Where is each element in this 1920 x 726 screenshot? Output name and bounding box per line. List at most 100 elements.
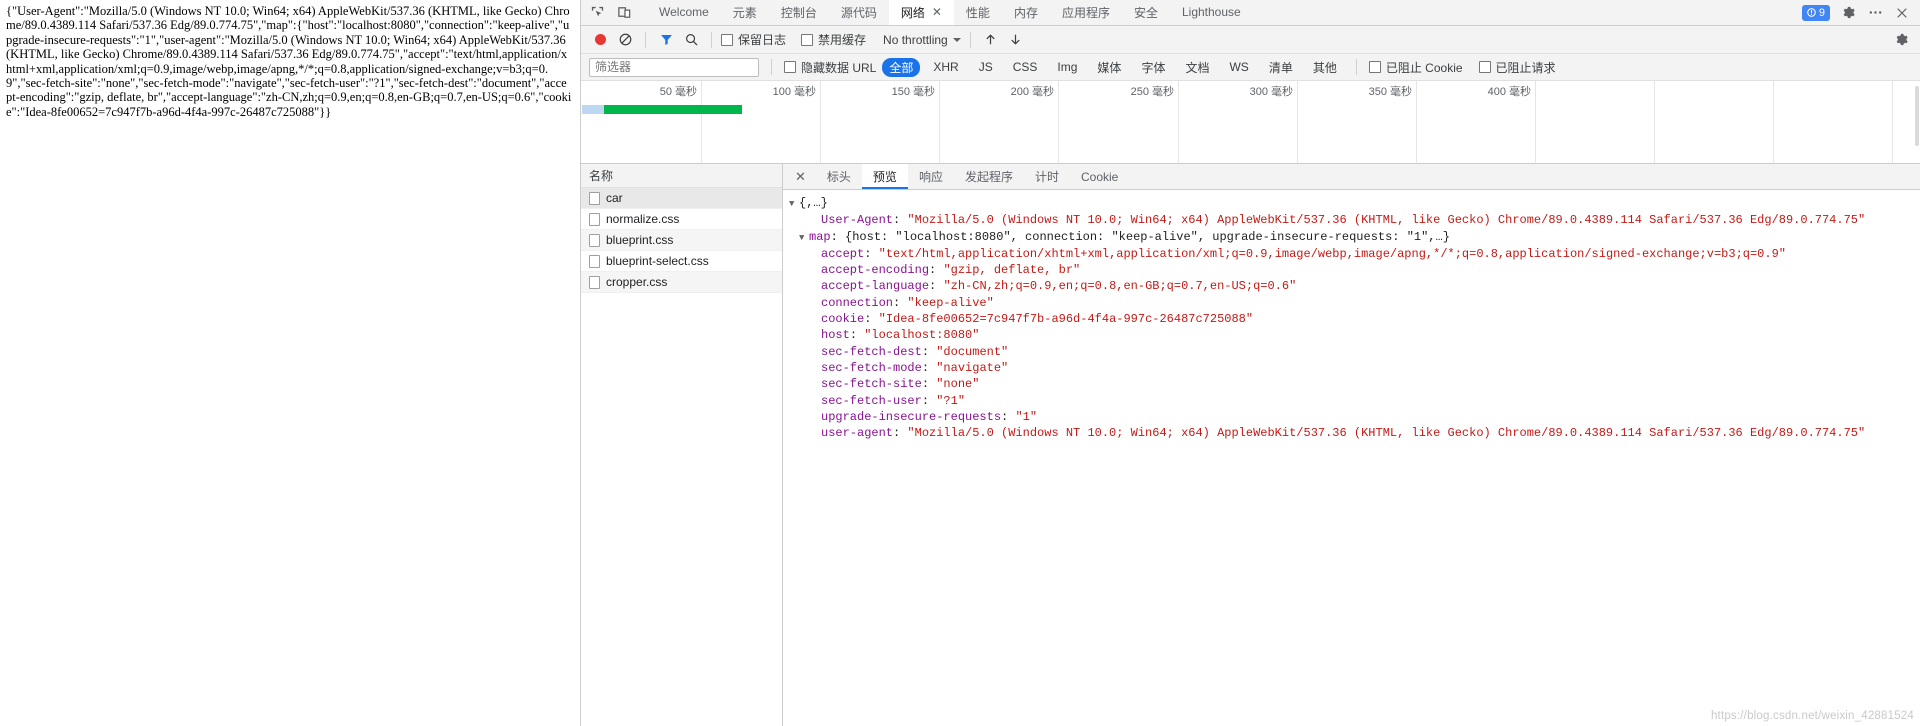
filter-type-ws[interactable]: WS [1222, 59, 1255, 75]
hide-data-urls-label: 隐藏数据 URL [801, 60, 877, 75]
tree-value: {host: "localhost:8080", connection: "ke… [845, 229, 1450, 244]
request-name: blueprint.css [606, 233, 674, 247]
close-icon[interactable] [1893, 4, 1911, 22]
close-icon[interactable]: ✕ [932, 6, 942, 18]
preserve-log-label: 保留日志 [738, 33, 787, 47]
tab-performance[interactable]: 性能 [954, 0, 1002, 25]
chevron-down-icon[interactable]: ▼ [789, 196, 799, 212]
tree-line: user-agent: "Mozilla/5.0 (Windows NT 10.… [821, 426, 1866, 441]
vertical-scrollbar[interactable] [1914, 86, 1920, 726]
document-icon [589, 212, 600, 226]
tree-value: "Mozilla/5.0 (Windows NT 10.0; Win64; x6… [907, 213, 1866, 228]
tab-headers[interactable]: 标头 [816, 164, 862, 189]
tree-value: "keep-alive" [907, 295, 994, 310]
preserve-log-checkbox[interactable]: 保留日志 [721, 31, 786, 48]
filter-type-other[interactable]: 其他 [1306, 58, 1344, 77]
request-list-header[interactable]: 名称 [581, 164, 782, 188]
filter-type-doc[interactable]: 文档 [1178, 58, 1216, 77]
search-icon[interactable] [680, 29, 702, 51]
inspect-element-icon[interactable] [589, 4, 606, 21]
network-filter-bar: 隐藏数据 URL 全部 XHR JS CSS Img 媒体 字体 文档 WS 清… [581, 54, 1920, 81]
tree-key: accept-encoding [821, 263, 930, 278]
disable-cache-checkbox[interactable]: 禁用缓存 [801, 31, 866, 48]
more-options-icon[interactable] [1866, 4, 1884, 22]
chevron-down-icon[interactable]: ▼ [799, 230, 809, 246]
table-row[interactable]: normalize.css [581, 209, 782, 230]
close-detail-icon[interactable]: ✕ [783, 164, 816, 189]
tab-initiator[interactable]: 发起程序 [954, 164, 1024, 189]
tab-elements[interactable]: 元素 [721, 0, 769, 25]
filter-type-media[interactable]: 媒体 [1090, 58, 1128, 77]
device-toolbar-icon[interactable] [616, 4, 633, 21]
tab-label: Lighthouse [1181, 5, 1241, 19]
clear-icon[interactable] [614, 29, 636, 51]
tree-line: host: "localhost:8080" [821, 328, 980, 343]
filter-type-all[interactable]: 全部 [882, 57, 921, 77]
table-row[interactable]: cropper.css [581, 272, 782, 293]
request-detail-pane: ✕ 标头 预览 响应 发起程序 计时 Cookie ▼ {,…} User-Age… [783, 164, 1920, 726]
tab-sources[interactable]: 源代码 [829, 0, 889, 25]
devtools-screenshot: {"User-Agent":"Mozilla/5.0 (Windows NT 1… [0, 0, 1920, 726]
tab-label: 性能 [965, 5, 990, 20]
tab-memory[interactable]: 内存 [1002, 0, 1050, 25]
tree-line: upgrade-insecure-requests: "1" [821, 409, 1038, 424]
table-row[interactable]: blueprint-select.css [581, 251, 782, 272]
hide-data-urls-checkbox[interactable]: 隐藏数据 URL [784, 59, 876, 76]
record-button[interactable] [589, 29, 611, 51]
tree-value: "text/html,application/xhtml+xml,applica… [878, 246, 1786, 261]
issues-badge[interactable]: 9 [1801, 4, 1830, 21]
tab-preview[interactable]: 预览 [861, 164, 908, 189]
tab-label: 安全 [1133, 5, 1158, 20]
scrollbar-thumb[interactable] [1915, 86, 1919, 146]
filter-type-font[interactable]: 字体 [1134, 58, 1172, 77]
filter-divider [771, 59, 772, 75]
browser-page-content: {"User-Agent":"Mozilla/5.0 (Windows NT 1… [0, 0, 580, 726]
filter-type-img[interactable]: Img [1050, 59, 1084, 75]
tab-application[interactable]: 应用程序 [1050, 0, 1122, 25]
tree-value: "Mozilla/5.0 (Windows NT 10.0; Win64; x6… [907, 426, 1866, 441]
gear-icon[interactable] [1839, 4, 1857, 22]
filter-type-xhr[interactable]: XHR [926, 59, 965, 75]
tree-key: sec-fetch-user [821, 393, 922, 408]
blocked-cookies-checkbox[interactable]: 已阻止 Cookie [1368, 59, 1463, 76]
checkbox-box [1368, 61, 1381, 73]
filter-icon[interactable] [655, 29, 677, 51]
tree-line: accept-encoding: "gzip, deflate, br" [821, 263, 1081, 278]
filter-type-js[interactable]: JS [972, 59, 1000, 75]
blocked-requests-checkbox[interactable]: 已阻止请求 [1478, 59, 1556, 76]
network-overview-timeline[interactable]: 50 毫秒 100 毫秒 150 毫秒 200 毫秒 250 毫秒 300 毫秒… [581, 81, 1920, 164]
filter-type-manifest[interactable]: 清单 [1262, 58, 1300, 77]
issue-icon [1807, 8, 1816, 17]
tab-response[interactable]: 响应 [908, 164, 954, 189]
filter-input[interactable] [589, 57, 759, 77]
preview-json-tree[interactable]: ▼ {,…} User-Agent: "Mozilla/5.0 (Windows … [783, 190, 1920, 726]
network-settings-gear-icon[interactable] [1890, 29, 1912, 51]
devtools-tabs: Welcome 元素 控制台 源代码 网络 ✕ 性能 内存 应用程序 安全 Li… [647, 0, 1253, 25]
tab-console[interactable]: 控制台 [769, 0, 829, 25]
tree-value: "gzip, deflate, br" [943, 263, 1081, 278]
tree-line-map[interactable]: ▼ map: {host: "localhost:8080", connectio… [789, 229, 1920, 246]
tree-root[interactable]: ▼ {,…} [789, 195, 1920, 212]
tree-value: "navigate" [936, 360, 1009, 375]
tab-security[interactable]: 安全 [1122, 0, 1170, 25]
tab-cookies[interactable]: Cookie [1070, 164, 1129, 189]
request-name: normalize.css [606, 212, 680, 226]
document-icon [589, 254, 600, 268]
request-name: blueprint-select.css [606, 254, 709, 268]
import-har-icon[interactable] [980, 29, 1002, 51]
tab-timing[interactable]: 计时 [1024, 164, 1070, 189]
table-row[interactable]: blueprint.css [581, 230, 782, 251]
tab-lighthouse[interactable]: Lighthouse [1170, 0, 1253, 25]
devtools-left-icons [581, 0, 637, 25]
overview-download-bar [604, 105, 742, 114]
export-har-icon[interactable] [1005, 29, 1027, 51]
table-row[interactable]: car [581, 188, 782, 209]
watermark-url: https://blog.csdn.net/weixin_42881524 [1710, 710, 1914, 722]
throttling-select[interactable]: No throttling [883, 33, 961, 47]
checkbox-box [721, 33, 733, 46]
tree-key: User-Agent [821, 213, 894, 228]
tab-welcome[interactable]: Welcome [647, 0, 721, 25]
overview-tick-label: 300 毫秒 [1249, 86, 1293, 98]
tab-network[interactable]: 网络 ✕ [888, 0, 954, 25]
filter-type-css[interactable]: CSS [1006, 59, 1045, 75]
